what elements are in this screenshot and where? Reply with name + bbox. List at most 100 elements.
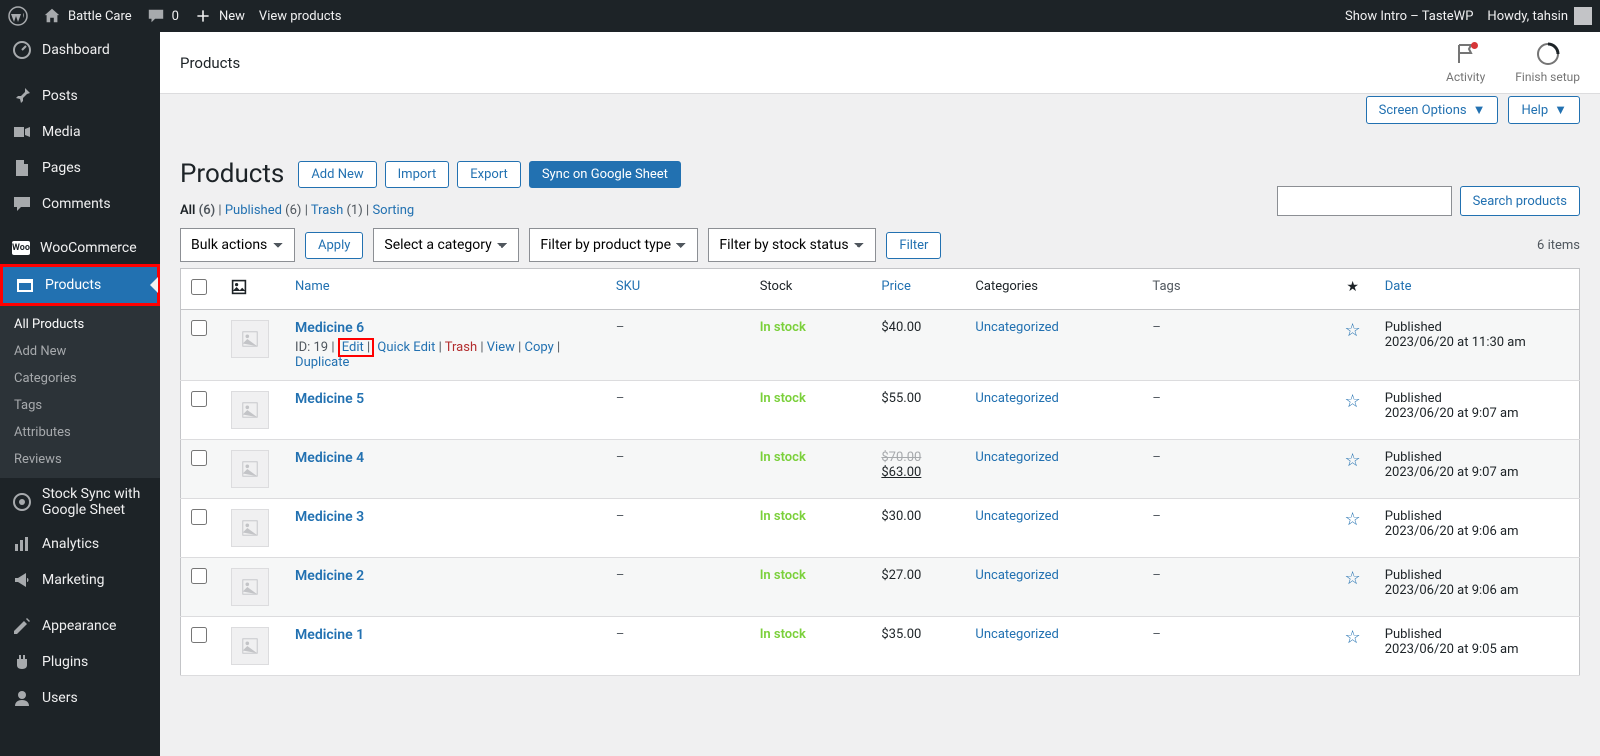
product-thumbnail[interactable] <box>231 391 269 429</box>
row-checkbox[interactable] <box>191 320 207 336</box>
menu-comments[interactable]: Comments <box>0 186 160 222</box>
menu-media[interactable]: Media <box>0 114 160 150</box>
product-thumbnail[interactable] <box>231 320 269 358</box>
category-link[interactable]: Uncategorized <box>975 320 1058 335</box>
menu-dashboard[interactable]: Dashboard <box>0 32 160 68</box>
regular-price: $70.00 <box>881 450 921 465</box>
featured-toggle[interactable]: ☆ <box>1345 391 1361 412</box>
menu-analytics[interactable]: Analytics <box>0 526 160 562</box>
screen-options-tab[interactable]: Screen Options ▼ <box>1366 96 1499 124</box>
site-name[interactable]: Battle Care <box>42 6 132 26</box>
featured-toggle[interactable]: ☆ <box>1345 627 1361 648</box>
menu-users[interactable]: Users <box>0 680 160 716</box>
category-link[interactable]: Uncategorized <box>975 450 1058 465</box>
category-filter-select[interactable]: Select a category <box>373 228 519 262</box>
copy-link[interactable]: Copy <box>525 340 554 355</box>
menu-stock-sync[interactable]: Stock Sync with Google Sheet <box>0 478 160 526</box>
menu-marketing[interactable]: Marketing <box>0 562 160 598</box>
row-checkbox[interactable] <box>191 450 207 466</box>
featured-header: ★ <box>1331 269 1375 310</box>
duplicate-link[interactable]: Duplicate <box>295 355 349 370</box>
submenu-categories[interactable]: Categories <box>0 365 160 392</box>
apply-button[interactable]: Apply <box>305 232 363 259</box>
new-content[interactable]: New <box>193 6 245 26</box>
analytics-icon <box>12 534 32 554</box>
filter-button[interactable]: Filter <box>886 232 941 259</box>
stock-status-filter-select[interactable]: Filter by stock status <box>708 228 876 262</box>
price-header[interactable]: Price <box>871 269 965 310</box>
product-name-link[interactable]: Medicine 4 <box>295 450 364 466</box>
view-link[interactable]: View <box>487 340 515 355</box>
category-link[interactable]: Uncategorized <box>975 391 1058 406</box>
search-button[interactable]: Search products <box>1460 186 1580 216</box>
name-header[interactable]: Name <box>285 269 606 310</box>
trash-link[interactable]: Trash <box>445 340 477 355</box>
chevron-down-icon: ▼ <box>1473 102 1486 118</box>
add-new-button[interactable]: Add New <box>298 161 376 188</box>
admin-bar-left: Battle Care 0 New View products <box>8 6 342 26</box>
category-link[interactable]: Uncategorized <box>975 509 1058 524</box>
menu-appearance[interactable]: Appearance <box>0 608 160 644</box>
sku-header[interactable]: SKU <box>606 269 750 310</box>
quick-edit-link[interactable]: Quick Edit <box>377 340 435 355</box>
import-button[interactable]: Import <box>385 161 450 188</box>
stock-header: Stock <box>750 269 872 310</box>
table-row: Medicine 1 – In stock $35.00 Uncategoriz… <box>181 617 1580 676</box>
submenu-add-new[interactable]: Add New <box>0 338 160 365</box>
row-checkbox[interactable] <box>191 391 207 407</box>
content-area: Products Activity Finish setup Screen Op… <box>160 32 1600 756</box>
select-all-header <box>181 269 221 310</box>
activity-button[interactable]: Activity <box>1446 42 1485 84</box>
product-name-link[interactable]: Medicine 6 <box>295 320 364 336</box>
menu-products[interactable]: Products <box>0 264 160 306</box>
category-link[interactable]: Uncategorized <box>975 627 1058 642</box>
view-sorting[interactable]: Sorting <box>372 203 414 218</box>
select-all-checkbox[interactable] <box>191 279 207 295</box>
my-account[interactable]: Howdy, tahsin <box>1487 7 1592 25</box>
product-thumbnail[interactable] <box>231 627 269 665</box>
date-header[interactable]: Date <box>1375 269 1580 310</box>
search-input[interactable] <box>1277 186 1452 216</box>
tablenav-top: Bulk actions Apply Select a category Fil… <box>180 228 1580 262</box>
edit-link[interactable]: Edit <box>342 340 364 355</box>
bulk-actions-select[interactable]: Bulk actions <box>180 228 295 262</box>
woocommerce-icon: Woo <box>12 241 30 255</box>
comments-bubble[interactable]: 0 <box>146 6 179 26</box>
help-tab[interactable]: Help ▼ <box>1508 96 1580 124</box>
product-name-link[interactable]: Medicine 3 <box>295 509 364 525</box>
category-link[interactable]: Uncategorized <box>975 568 1058 583</box>
row-checkbox[interactable] <box>191 627 207 643</box>
sync-google-sheet-button[interactable]: Sync on Google Sheet <box>529 161 681 188</box>
featured-toggle[interactable]: ☆ <box>1345 320 1361 341</box>
view-trash[interactable]: Trash (1) <box>311 203 363 218</box>
view-published[interactable]: Published (6) <box>225 203 302 218</box>
menu-pages[interactable]: Pages <box>0 150 160 186</box>
submenu-reviews[interactable]: Reviews <box>0 446 160 473</box>
wp-logo[interactable] <box>8 6 28 26</box>
featured-toggle[interactable]: ☆ <box>1345 450 1361 471</box>
admin-bar: Battle Care 0 New View products Show Int… <box>0 0 1600 32</box>
view-products-link[interactable]: View products <box>259 9 342 24</box>
row-checkbox[interactable] <box>191 568 207 584</box>
row-checkbox[interactable] <box>191 509 207 525</box>
submenu-all-products[interactable]: All Products <box>0 311 160 338</box>
product-name-link[interactable]: Medicine 1 <box>295 627 364 643</box>
featured-toggle[interactable]: ☆ <box>1345 568 1361 589</box>
product-type-filter-select[interactable]: Filter by product type <box>529 228 698 262</box>
submenu-attributes[interactable]: Attributes <box>0 419 160 446</box>
product-thumbnail[interactable] <box>231 509 269 547</box>
finish-setup-button[interactable]: Finish setup <box>1515 42 1580 84</box>
menu-posts[interactable]: Posts <box>0 78 160 114</box>
product-name-link[interactable]: Medicine 5 <box>295 391 364 407</box>
view-all[interactable]: All (6) <box>180 203 215 218</box>
product-name-link[interactable]: Medicine 2 <box>295 568 364 584</box>
featured-toggle[interactable]: ☆ <box>1345 509 1361 530</box>
product-thumbnail[interactable] <box>231 450 269 488</box>
export-button[interactable]: Export <box>457 161 521 188</box>
menu-plugins[interactable]: Plugins <box>0 644 160 680</box>
submenu-tags[interactable]: Tags <box>0 392 160 419</box>
tags-cell: – <box>1142 440 1330 499</box>
menu-woocommerce[interactable]: WooWooCommerce <box>0 232 160 264</box>
product-thumbnail[interactable] <box>231 568 269 606</box>
show-intro-link[interactable]: Show Intro – TasteWP <box>1345 9 1473 24</box>
